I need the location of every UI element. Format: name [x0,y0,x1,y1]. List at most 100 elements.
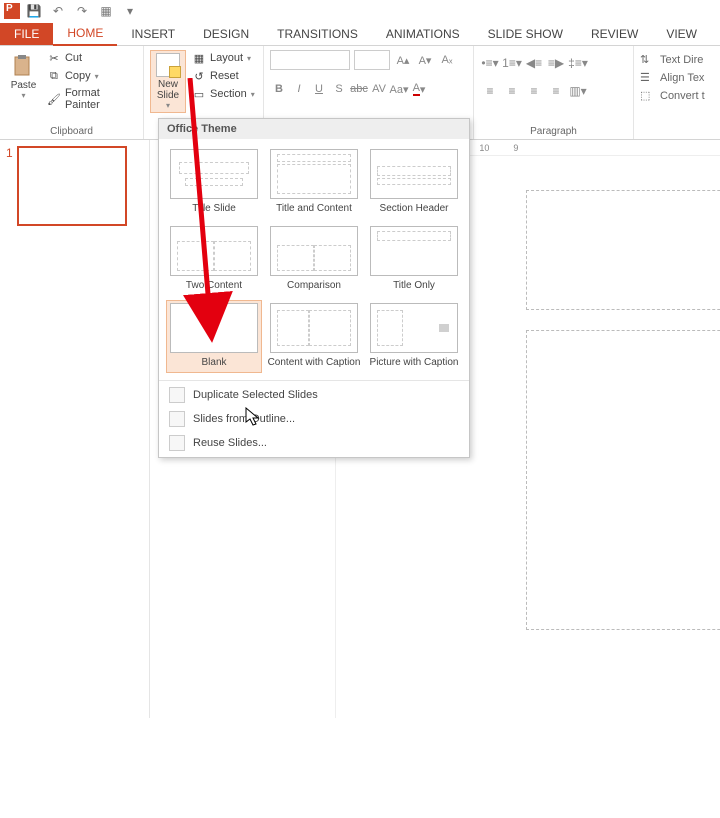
slide-thumbnail-pane[interactable]: 1 [0,140,150,718]
italic-button[interactable]: I [290,80,308,98]
save-icon[interactable]: 💾 [24,1,44,21]
line-spacing-button[interactable]: ‡≡▾ [568,54,588,72]
font-name-combo[interactable] [270,50,350,70]
quick-access-toolbar: 💾 ↶ ↷ ▦ ▾ [0,0,720,22]
format-painter-button[interactable]: 🖌 Format Painter [45,86,137,112]
tab-file[interactable]: FILE [0,23,53,45]
format-painter-label: Format Painter [65,87,135,111]
slide-1-thumb[interactable] [17,146,127,226]
align-left-button[interactable]: ≡ [480,82,500,100]
layout-label: Layout [210,52,243,64]
layout-title-slide[interactable]: Title Slide [167,147,261,218]
redo-icon[interactable]: ↷ [72,1,92,21]
reset-button[interactable]: ↺Reset [190,68,257,84]
slides-from-outline-item[interactable]: Slides from Outline... [159,407,469,431]
change-case-button[interactable]: Aa▾ [390,80,408,98]
font-size-combo[interactable] [354,50,390,70]
duplicate-slides-item[interactable]: Duplicate Selected Slides [159,383,469,407]
justify-button[interactable]: ≡ [546,82,566,100]
layout-thumb [370,149,458,199]
paste-button[interactable]: Paste ▾ [6,50,41,100]
gallery-footer: Duplicate Selected Slides Slides from Ou… [159,380,469,457]
text-direction-icon: ⇅ [640,53,654,67]
layout-thumb [270,226,358,276]
layout-section-header[interactable]: Section Header [367,147,461,218]
decrease-indent-button[interactable]: ◀≡ [524,54,544,72]
text-direction-button[interactable]: ⇅ Text Dire [640,52,703,68]
layout-two-content[interactable]: Two Content [167,224,261,295]
layout-label: Blank [201,357,226,368]
tab-transitions[interactable]: TRANSITIONS [263,23,372,45]
layout-title-only[interactable]: Title Only [367,224,461,295]
group-clipboard: Paste ▾ ✂Cut ⧉Copy▾ 🖌Format Painter Clip… [0,46,144,139]
tab-animations[interactable]: ANIMATIONS [372,23,474,45]
tab-design[interactable]: DESIGN [189,23,263,45]
convert-smartart-button[interactable]: ⬚Convert t [640,88,705,104]
layout-button[interactable]: ▦Layout▾ [190,50,257,66]
clear-formatting-icon[interactable]: Aₓ [438,51,456,69]
bullets-button[interactable]: •≡▾ [480,54,500,72]
slide-canvas[interactable] [526,170,720,818]
group-paragraph: •≡▾ 1≡▾ ◀≡ ≡▶ ‡≡▾ ≡ ≡ ≡ ≡ ▥▾ Paragraph [474,46,634,139]
layout-title-and-content[interactable]: Title and Content [267,147,361,218]
section-button[interactable]: ▭Section▾ [190,86,257,102]
tab-home[interactable]: HOME [53,22,117,46]
align-center-button[interactable]: ≡ [502,82,522,100]
layout-content-with-caption[interactable]: Content with Caption [267,301,361,372]
new-slide-button[interactable]: New Slide ▾ [150,50,186,113]
powerpoint-app-icon [4,3,20,19]
increase-font-icon[interactable]: A▴ [394,51,412,69]
bold-button[interactable]: B [270,80,288,98]
cut-button[interactable]: ✂Cut [45,50,137,66]
tab-review[interactable]: REVIEW [577,23,652,45]
cut-label: Cut [65,52,82,64]
duplicate-icon [169,387,185,403]
layout-label: Section Header [380,203,449,214]
qat-customize-icon[interactable]: ▾ [120,1,140,21]
tab-view[interactable]: VIEW [652,23,711,45]
align-text-icon: ☰ [640,71,654,85]
layout-label: Title Only [393,280,435,291]
placeholder-shape[interactable] [526,190,720,310]
align-text-button[interactable]: ☰Align Tex [640,70,704,86]
underline-button[interactable]: U [310,80,328,98]
section-label: Section [210,88,247,100]
outline-icon [169,411,185,427]
paintbrush-icon: 🖌 [47,92,61,106]
increase-indent-button[interactable]: ≡▶ [546,54,566,72]
numbering-button[interactable]: 1≡▾ [502,54,522,72]
layout-label: Two Content [186,280,242,291]
placeholder-shape[interactable] [526,330,720,630]
start-from-beginning-icon[interactable]: ▦ [96,1,116,21]
columns-button[interactable]: ▥▾ [568,82,588,100]
layout-grid: Title Slide Title and Content Section Head… [159,139,469,380]
reuse-label: Reuse Slides... [193,437,267,449]
paste-icon [11,54,35,78]
reuse-slides-item[interactable]: Reuse Slides... [159,431,469,455]
paste-label: Paste [11,80,37,91]
strikethrough-button[interactable]: abc [350,80,368,98]
text-direction-label: Text Dire [660,54,703,66]
copy-button[interactable]: ⧉Copy▾ [45,68,137,84]
char-spacing-button[interactable]: AV [370,80,388,98]
font-color-button[interactable]: A▾ [410,80,428,98]
layout-thumb [370,226,458,276]
layout-label: Title and Content [276,203,352,214]
slide-thumbnail[interactable]: 1 [6,146,143,226]
align-right-button[interactable]: ≡ [524,82,544,100]
reuse-icon [169,435,185,451]
new-slide-gallery: Office Theme Title SlideTitle and Conten… [158,118,470,458]
ribbon-tabs: FILE HOME INSERT DESIGN TRANSITIONS ANIM… [0,22,720,46]
layout-thumb [170,149,258,199]
layout-comparison[interactable]: Comparison [267,224,361,295]
layout-picture-with-caption[interactable]: Picture with Caption [367,301,461,372]
new-slide-icon [156,53,180,77]
shadow-button[interactable]: S [330,80,348,98]
tab-slideshow[interactable]: SLIDE SHOW [474,23,577,45]
layout-label: Picture with Caption [370,357,459,368]
undo-icon[interactable]: ↶ [48,1,68,21]
layout-thumb [170,226,258,276]
tab-insert[interactable]: INSERT [117,23,189,45]
layout-blank[interactable]: Blank [166,300,262,373]
decrease-font-icon[interactable]: A▾ [416,51,434,69]
